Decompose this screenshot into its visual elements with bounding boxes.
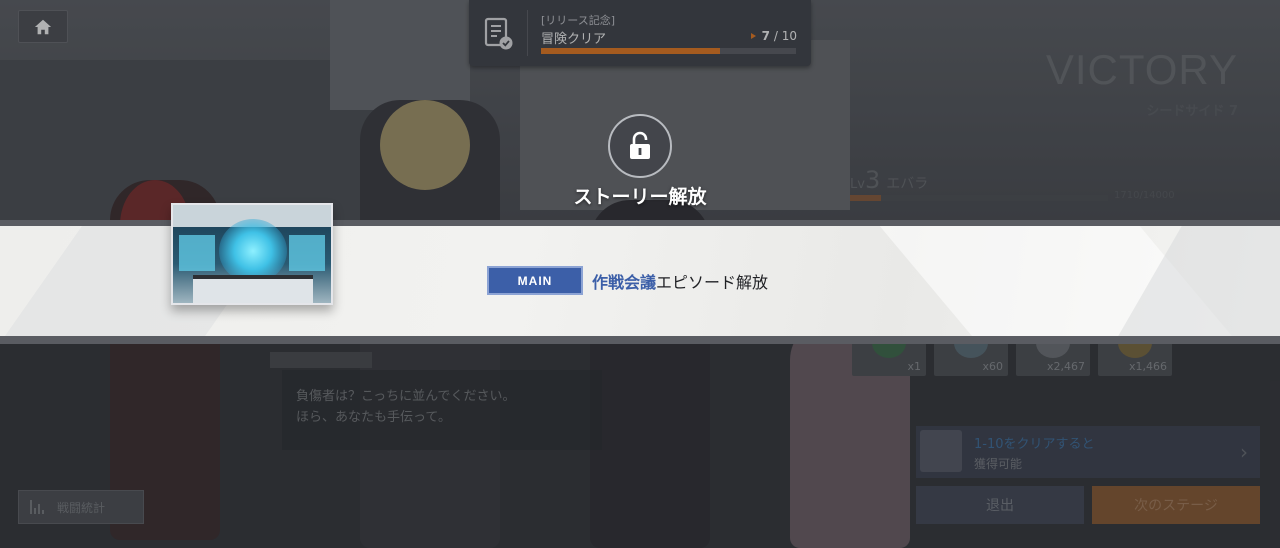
main-story-badge: MAIN [487, 266, 583, 295]
battle-stats-button[interactable]: 戦闘統計 [18, 490, 144, 524]
episode-name: 作戦会議 [592, 273, 657, 292]
victory-title: VICTORY [1045, 46, 1238, 93]
building [330, 0, 470, 110]
clear-reward-status: 獲得可能 [974, 457, 1023, 471]
hologram-globe [219, 219, 287, 283]
chevron-right-icon: › [1240, 440, 1248, 464]
mission-tag: [リリース記念] [541, 14, 616, 27]
mission-progress-fill [541, 48, 720, 54]
mission-progress-bar [541, 48, 796, 54]
clear-reward-condition: 1-10をクリアすると [974, 437, 1095, 452]
mission-total: / 10 [773, 29, 797, 43]
unlock-badge [608, 114, 672, 178]
thumbnail-screen [179, 235, 215, 271]
mission-current: 7 [761, 29, 771, 43]
reward-preview-icon [920, 430, 962, 472]
divider [527, 10, 528, 56]
dialogue-speaker-tab [270, 352, 372, 368]
unlock-icon [630, 131, 650, 159]
stage-name: シードサイド 7 [1146, 104, 1238, 119]
episode-thumbnail [171, 203, 333, 305]
unlock-message-text: エピソード解放 [656, 273, 769, 292]
exit-button[interactable]: 退出 [916, 486, 1084, 524]
reward-qty: x60 [982, 360, 1003, 373]
clear-reward-panel[interactable]: 1-10をクリアすると 獲得可能 › [916, 426, 1260, 478]
reward-qty: x2,467 [1046, 360, 1085, 373]
reward-qty: x1 [907, 360, 921, 373]
mission-count: 7 / 10 [762, 29, 797, 43]
reward-qty: x1,466 [1128, 360, 1167, 373]
unlock-message: 作戦会議エピソード解放 [592, 269, 768, 293]
thumbnail-console [193, 275, 313, 303]
next-stage-button[interactable]: 次のステージ [1092, 486, 1260, 524]
mission-tracker[interactable]: [リリース記念] 冒険クリア 7 / 10 [469, 0, 811, 66]
battle-stats-label: 戦闘統計 [57, 500, 106, 515]
mission-document-icon [484, 17, 513, 50]
stats-chart-icon [30, 500, 44, 514]
character-blonde-hair [380, 100, 470, 190]
dialogue-text: 負傷者は？こっちに並んでください。 ほら、あなたも手伝って。 [296, 389, 516, 425]
mission-name: 冒険クリア [541, 32, 607, 47]
dialogue-box: 負傷者は？こっちに並んでください。 ほら、あなたも手伝って。 [282, 370, 602, 450]
progress-arrow-icon [751, 33, 756, 39]
thumbnail-screen [289, 235, 325, 271]
home-icon [34, 19, 52, 34]
home-button[interactable] [18, 10, 68, 43]
